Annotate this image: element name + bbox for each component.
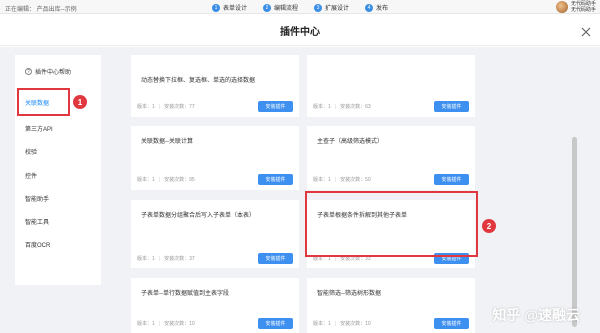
help-icon: ? (25, 68, 32, 75)
plugin-card: 关联数据--关联计算 版本：1 | 安装次数：95 安装插件 (131, 126, 299, 190)
meta-separator: | (158, 177, 161, 183)
plugin-meta: 版本：1 | 安装次数：50 (313, 176, 371, 183)
plugin-title: 动态替换下拉框、复选框、单选的选择数据 (141, 78, 256, 84)
install-plugin-button[interactable]: 安装插件 (258, 253, 293, 264)
step-number: 3 (314, 3, 323, 12)
install-plugin-button[interactable]: 安装插件 (258, 318, 293, 329)
watermark-text: @速融云 (524, 307, 580, 323)
plugin-version: 版本：1 (313, 177, 331, 183)
meta-separator: | (158, 256, 161, 262)
plugin-card: 主查子（高级筛选模式） 版本：1 | 安装次数：50 安装插件 (307, 126, 475, 190)
plugin-title: 关联数据--关联计算 (141, 139, 193, 145)
plugin-version: 版本：1 (137, 256, 155, 262)
plugin-meta: 版本：1 | 安装次数：95 (137, 176, 195, 183)
meta-separator: | (158, 104, 161, 110)
step-form-design[interactable]: 1 表单设计 (212, 3, 247, 12)
plugin-meta: 版本：1 | 安装次数：77 (137, 103, 195, 110)
close-icon (581, 27, 591, 37)
top-bar: 正在编辑： 产品出库--示例 1 表单设计 2 编辑流程 3 扩展设计 4 发布… (0, 0, 600, 14)
sidebar-item-third-party-api[interactable]: 第三方API (25, 124, 53, 133)
highlight-box (305, 191, 478, 257)
plugin-version: 版本：1 (137, 321, 155, 327)
user-name: 无代码助手 无代码助手 (571, 1, 596, 13)
close-button[interactable] (581, 24, 591, 37)
install-plugin-button[interactable]: 安装插件 (434, 318, 469, 329)
plugin-card: 动态替换下拉框、复选框、单选的选择数据 版本：1 | 安装次数：77 安装插件 (131, 55, 299, 117)
step-label: 发布 (376, 6, 389, 12)
plugin-installs: 安装次数：95 (164, 177, 195, 183)
sidebar-item-validation[interactable]: 校验 (25, 147, 37, 156)
sidebar-item-smart-tools[interactable]: 智能工具 (25, 217, 49, 226)
sidebar-item-baidu-ocr[interactable]: 百度OCR (25, 240, 50, 249)
annotation-badge: 1 (73, 95, 87, 109)
meta-separator: | (334, 177, 337, 183)
step-label: 表单设计 (223, 6, 248, 12)
plugin-installs: 安装次数：77 (164, 104, 195, 110)
breadcrumb: 正在编辑： 产品出库--示例 (5, 7, 77, 13)
modal-body: ? 插件中心帮助 关联数据 第三方API 校验 控件 智能助手 智能工具 百度O… (0, 47, 600, 333)
install-plugin-button[interactable]: 安装插件 (258, 174, 293, 185)
plugin-meta: 版本：1 | 安装次数：10 (313, 320, 371, 327)
plugin-card: 版本：1 | 安装次数：63 安装插件 (307, 55, 475, 117)
plugin-version: 版本：1 (313, 321, 331, 327)
plugin-installs: 安装次数：63 (340, 104, 371, 110)
step-number: 4 (365, 3, 374, 12)
modal-title: 插件中心 (280, 27, 320, 38)
install-plugin-button[interactable]: 安装插件 (434, 174, 469, 185)
install-plugin-button[interactable]: 安装插件 (258, 101, 293, 112)
user-name-line: 无代码助手 (570, 7, 596, 13)
user-menu[interactable]: 无代码助手 无代码助手 (555, 1, 596, 13)
plugin-installs: 安装次数：50 (340, 177, 371, 183)
plugin-card: 子表单--单行数据赋值到主表字段 版本：1 | 安装次数：10 安装插件 (131, 278, 299, 333)
meta-separator: | (158, 321, 161, 327)
plugin-installs: 安装次数：10 (340, 321, 371, 327)
sidebar-item-label: 插件中心帮助 (35, 70, 72, 76)
annotation-badge: 2 (482, 219, 496, 233)
step-edit-flow[interactable]: 2 编辑流程 (263, 3, 298, 12)
modal-header: 插件中心 (0, 14, 600, 46)
step-nav: 1 表单设计 2 编辑流程 3 扩展设计 4 发布 (212, 3, 388, 12)
meta-separator: | (334, 104, 337, 110)
plugin-title: 主查子（高级筛选模式） (317, 139, 384, 145)
plugin-meta: 版本：1 | 安装次数：63 (313, 103, 371, 110)
step-label: 编辑流程 (274, 6, 299, 12)
step-number: 2 (263, 3, 272, 12)
plugin-title: 子表单数据分组聚合后写入子表单（本表） (141, 213, 256, 219)
step-publish[interactable]: 4 发布 (365, 3, 388, 12)
install-plugin-button[interactable]: 安装插件 (434, 101, 469, 112)
plugin-title: 子表单--单行数据赋值到主表字段 (141, 291, 229, 297)
plugin-center-modal: 插件中心 ? 插件中心帮助 关联数据 第三方API 校验 控件 智能助手 智能工… (0, 14, 600, 333)
plugin-version: 版本：1 (137, 177, 155, 183)
avatar (555, 1, 568, 13)
plugin-meta: 版本：1 | 安装次数：10 (137, 320, 195, 327)
step-number: 1 (212, 3, 220, 12)
step-extension-design[interactable]: 3 扩展设计 (314, 3, 349, 12)
watermark: 知乎 @速融云 (492, 305, 580, 325)
plugin-installs: 安装次数：37 (164, 256, 195, 262)
watermark-text: 知乎 (492, 307, 521, 323)
plugin-version: 版本：1 (313, 104, 331, 110)
sidebar-item-help[interactable]: ? 插件中心帮助 (25, 67, 71, 76)
plugin-installs: 安装次数：10 (164, 321, 195, 327)
plugin-card: 子表单数据分组聚合后写入子表单（本表） 版本：1 | 安装次数：37 安装插件 (131, 200, 299, 268)
meta-separator: | (334, 321, 337, 327)
highlight-box (17, 88, 70, 116)
step-label: 扩展设计 (325, 6, 350, 12)
plugin-meta: 版本：1 | 安装次数：37 (137, 255, 195, 262)
scrollbar[interactable] (572, 137, 577, 327)
plugin-version: 版本：1 (137, 104, 155, 110)
plugin-card: 智能筛选--筛选树形数据 版本：1 | 安装次数：10 安装插件 (307, 278, 475, 333)
plugin-title: 智能筛选--筛选树形数据 (317, 291, 381, 297)
sidebar-item-controls[interactable]: 控件 (25, 171, 37, 180)
sidebar-item-smart-assistant[interactable]: 智能助手 (25, 194, 49, 203)
